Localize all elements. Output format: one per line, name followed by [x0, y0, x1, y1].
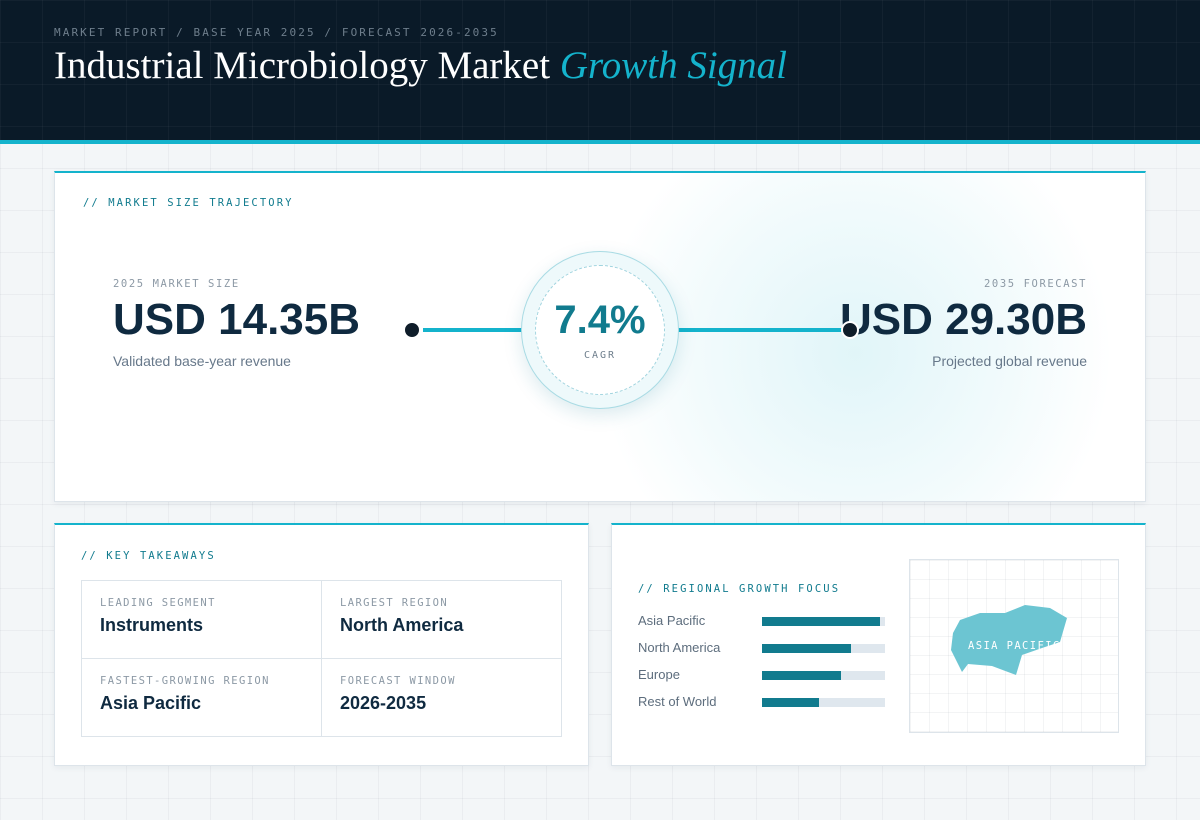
start-point-marker [403, 321, 421, 339]
takeaway-value: 2026-2035 [340, 693, 427, 713]
takeaway-label: FASTEST-GROWING REGION [100, 675, 270, 687]
region-bar-fill [762, 671, 841, 680]
takeaways-grid: LEADING SEGMENT Instruments LARGEST REGI… [81, 580, 562, 737]
region-bar-label: North America [638, 640, 721, 655]
region-bar-fill [762, 617, 881, 626]
region-bar-label: Europe [638, 667, 680, 682]
page-title: Industrial Microbiology Market Growth Si… [54, 43, 787, 88]
page-title-main: Industrial Microbiology Market [54, 44, 551, 87]
takeaway-leading-segment: LEADING SEGMENT Instruments [82, 581, 322, 659]
cagr-badge-inner: 7.4% CAGR [535, 265, 665, 395]
region-bar-row: Asia Pacific [638, 613, 886, 629]
base-year-label: 2025 MARKET SIZE [113, 278, 240, 290]
takeaway-value: Asia Pacific [100, 693, 202, 713]
forecast-value: USD 29.30B [839, 295, 1087, 344]
region-bar-fill [762, 644, 851, 653]
forecast-caption: Projected global revenue [932, 353, 1087, 369]
region-bar-label: Asia Pacific [638, 613, 706, 628]
takeaway-label: LEADING SEGMENT [100, 597, 216, 609]
takeaway-value: Instruments [100, 615, 204, 635]
report-breadcrumb: MARKET REPORT / BASE YEAR 2025 / FORECAS… [54, 26, 499, 39]
region-map: ASIA PACIFIC [909, 559, 1119, 733]
region-bar-track [762, 617, 885, 626]
region-bar-row: Europe [638, 667, 886, 683]
forecast-label: 2035 FORECAST [984, 278, 1087, 290]
region-bar-track [762, 644, 885, 653]
report-header: MARKET REPORT / BASE YEAR 2025 / FORECAS… [0, 0, 1200, 144]
end-point-marker [841, 321, 859, 339]
takeaway-forecast-window: FORECAST WINDOW 2026-2035 [322, 659, 562, 736]
base-year-caption: Validated base-year revenue [113, 353, 291, 369]
market-size-trajectory-card: // MARKET SIZE TRAJECTORY 2025 MARKET SI… [54, 171, 1146, 502]
takeaway-label: LARGEST REGION [340, 597, 449, 609]
regional-section-label: // REGIONAL GROWTH FOCUS [638, 583, 841, 595]
regional-growth-card: // REGIONAL GROWTH FOCUS Asia Pacific No… [611, 523, 1146, 766]
takeaways-section-label: // KEY TAKEAWAYS [81, 550, 216, 562]
map-region-label: ASIA PACIFIC [968, 640, 1061, 652]
takeaway-value: North America [340, 615, 464, 635]
region-bar-label: Rest of World [638, 694, 717, 709]
cagr-label: CAGR [583, 350, 617, 361]
cagr-value: 7.4% [554, 298, 646, 342]
key-takeaways-card: // KEY TAKEAWAYS LEADING SEGMENT Instrum… [54, 523, 589, 766]
takeaway-fastest-growing-region: FASTEST-GROWING REGION Asia Pacific [82, 659, 322, 736]
page-title-accent: Growth Signal [559, 44, 787, 87]
takeaway-largest-region: LARGEST REGION North America [322, 581, 562, 659]
region-bar-track [762, 698, 885, 707]
region-bar-track [762, 671, 885, 680]
base-year-value: USD 14.35B [113, 295, 361, 344]
trajectory-section-label: // MARKET SIZE TRAJECTORY [83, 197, 294, 209]
cagr-badge: 7.4% CAGR [521, 251, 679, 409]
region-bar-fill [762, 698, 819, 707]
takeaway-label: FORECAST WINDOW [340, 675, 456, 687]
region-bar-row: North America [638, 640, 886, 656]
region-bar-row: Rest of World [638, 694, 886, 710]
